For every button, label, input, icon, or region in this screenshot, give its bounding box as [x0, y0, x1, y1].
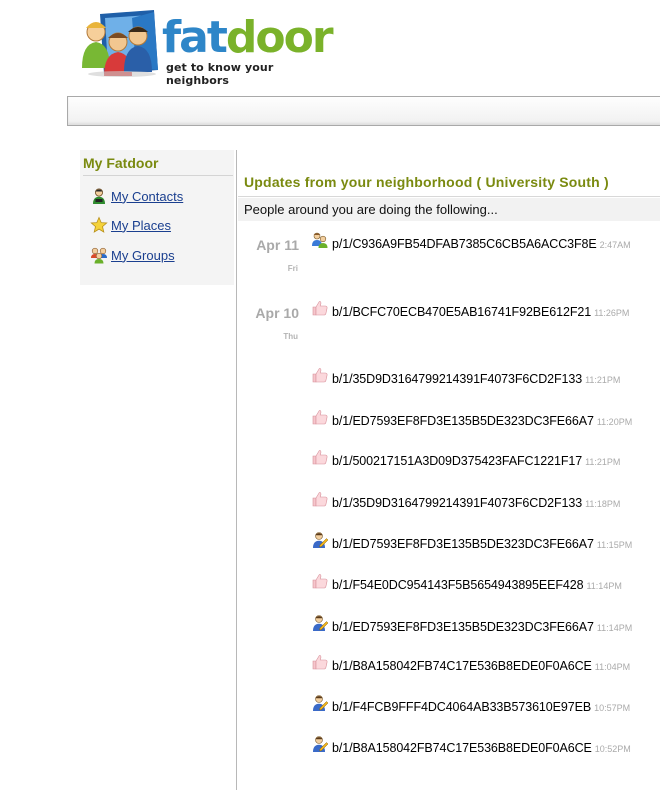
update-row[interactable]: b/1/B8A158042FB74C17E536B8EDE0F0A6CE 11:0… — [311, 655, 631, 676]
update-row[interactable]: b/1/35D9D3164799214391F4073F6CD2F133 11:2… — [311, 368, 621, 389]
update-time: 11:14PM — [586, 581, 622, 591]
logo-tagline: get to know your neighbors — [166, 61, 274, 87]
sidebar-link-my-groups[interactable]: My Groups — [111, 248, 175, 263]
person-edit-icon — [313, 695, 329, 711]
star-icon — [90, 216, 108, 233]
thumbs-up-icon — [312, 655, 328, 670]
update-text[interactable]: b/1/F54E0DC954143F5B5654943895EEF428 — [332, 578, 584, 592]
sidebar-link-my-places[interactable]: My Places — [111, 218, 171, 233]
logo-word-door: door — [225, 12, 334, 63]
update-time: 11:14PM — [596, 623, 633, 633]
update-text[interactable]: b/1/B8A158042FB74C17E536B8EDE0F0A6CE — [332, 741, 592, 755]
updates-heading: Updates from your neighborhood ( Univers… — [244, 174, 609, 190]
update-row[interactable]: b/1/F4FCB9FFF4DC4064AB33B573610E97EB 10:5… — [311, 695, 631, 717]
update-time: 11:21PM — [585, 457, 621, 467]
update-time: 11:18PM — [585, 499, 621, 509]
update-time: 10:52PM — [594, 744, 631, 754]
person-edit-icon — [313, 736, 329, 752]
top-navigation-bar — [67, 96, 660, 126]
updates-subheading-bar: People around you are doing the followin… — [238, 198, 660, 221]
update-time: 11:26PM — [594, 308, 630, 318]
thumbs-up-icon — [312, 450, 328, 465]
logo-wordmark: fatdoor — [162, 12, 334, 63]
day-label: Thu — [283, 332, 298, 341]
date-label: Apr 10 — [255, 305, 299, 321]
people-icon — [312, 232, 328, 248]
sidebar-item-groups[interactable]: My Groups — [90, 246, 175, 264]
group-people-icon — [91, 247, 107, 264]
thumbs-up-icon — [312, 301, 328, 316]
sidebar-title: My Fatdoor — [83, 155, 233, 176]
sidebar-link-my-contacts[interactable]: My Contacts — [111, 189, 183, 204]
update-time: 11:20PM — [596, 417, 633, 427]
update-text[interactable]: b/1/F4FCB9FFF4DC4064AB33B573610E97EB — [332, 700, 591, 714]
person-edit-icon — [313, 615, 329, 631]
updates-subheading: People around you are doing the followin… — [244, 202, 498, 217]
logo-word-fat: fat — [162, 12, 228, 63]
update-text[interactable]: b/1/35D9D3164799214391F4073F6CD2F133 — [332, 372, 582, 386]
sidebar-item-places[interactable]: My Places — [90, 216, 171, 234]
update-row[interactable]: p/1/C936A9FB54DFAB7385C6CB5A6ACC3F8E 2:47… — [311, 232, 631, 254]
update-text[interactable]: b/1/ED7593EF8FD3E135B5DE323DC3FE66A7 — [332, 537, 594, 551]
sidebar: My Fatdoor My Contacts My Places My Grou… — [80, 150, 234, 285]
update-row[interactable]: b/1/ED7593EF8FD3E135B5DE323DC3FE66A7 11:1… — [311, 615, 633, 637]
update-text[interactable]: b/1/ED7593EF8FD3E135B5DE323DC3FE66A7 — [332, 414, 594, 428]
day-label: Fri — [287, 264, 298, 273]
update-text[interactable]: b/1/BCFC70ECB470E5AB16741F92BE612F21 — [332, 305, 591, 319]
update-time: 10:57PM — [594, 703, 631, 713]
fatdoor-logo[interactable]: fatdoor get to know your neighbors — [72, 8, 334, 87]
update-text[interactable]: b/1/35D9D3164799214391F4073F6CD2F133 — [332, 496, 582, 510]
update-time: 11:04PM — [594, 662, 631, 672]
update-time: 11:21PM — [585, 375, 621, 385]
sidebar-item-contacts[interactable]: My Contacts — [90, 187, 183, 205]
column-divider — [236, 150, 237, 790]
thumbs-up-icon — [312, 574, 328, 589]
update-row[interactable]: b/1/F54E0DC954143F5B5654943895EEF428 11:1… — [311, 574, 622, 595]
update-row[interactable]: b/1/BCFC70ECB470E5AB16741F92BE612F21 11:2… — [311, 301, 630, 322]
update-text[interactable]: p/1/C936A9FB54DFAB7385C6CB5A6ACC3F8E — [332, 237, 597, 251]
update-text[interactable]: b/1/500217151A3D09D375423FAFC1221F17 — [332, 454, 582, 468]
update-row[interactable]: b/1/ED7593EF8FD3E135B5DE323DC3FE66A7 11:2… — [311, 410, 633, 431]
update-text[interactable]: b/1/ED7593EF8FD3E135B5DE323DC3FE66A7 — [332, 620, 594, 634]
contact-person-icon — [93, 188, 105, 204]
update-time: 2:47AM — [599, 240, 631, 250]
update-row[interactable]: b/1/B8A158042FB74C17E536B8EDE0F0A6CE 10:5… — [311, 736, 631, 758]
logo-door-people-icon — [82, 10, 158, 77]
update-row[interactable]: b/1/500217151A3D09D375423FAFC1221F17 11:2… — [311, 450, 621, 471]
update-row[interactable]: b/1/ED7593EF8FD3E135B5DE323DC3FE66A7 11:1… — [311, 532, 633, 554]
person-edit-icon — [313, 532, 329, 548]
thumbs-up-icon — [312, 410, 328, 425]
update-text[interactable]: b/1/B8A158042FB74C17E536B8EDE0F0A6CE — [332, 659, 592, 673]
date-label: Apr 11 — [256, 237, 299, 253]
update-time: 11:15PM — [596, 540, 633, 550]
thumbs-up-icon — [312, 492, 328, 507]
updates-heading-rule — [238, 196, 660, 197]
update-row[interactable]: b/1/35D9D3164799214391F4073F6CD2F133 11:1… — [311, 492, 621, 513]
thumbs-up-icon — [312, 368, 328, 383]
